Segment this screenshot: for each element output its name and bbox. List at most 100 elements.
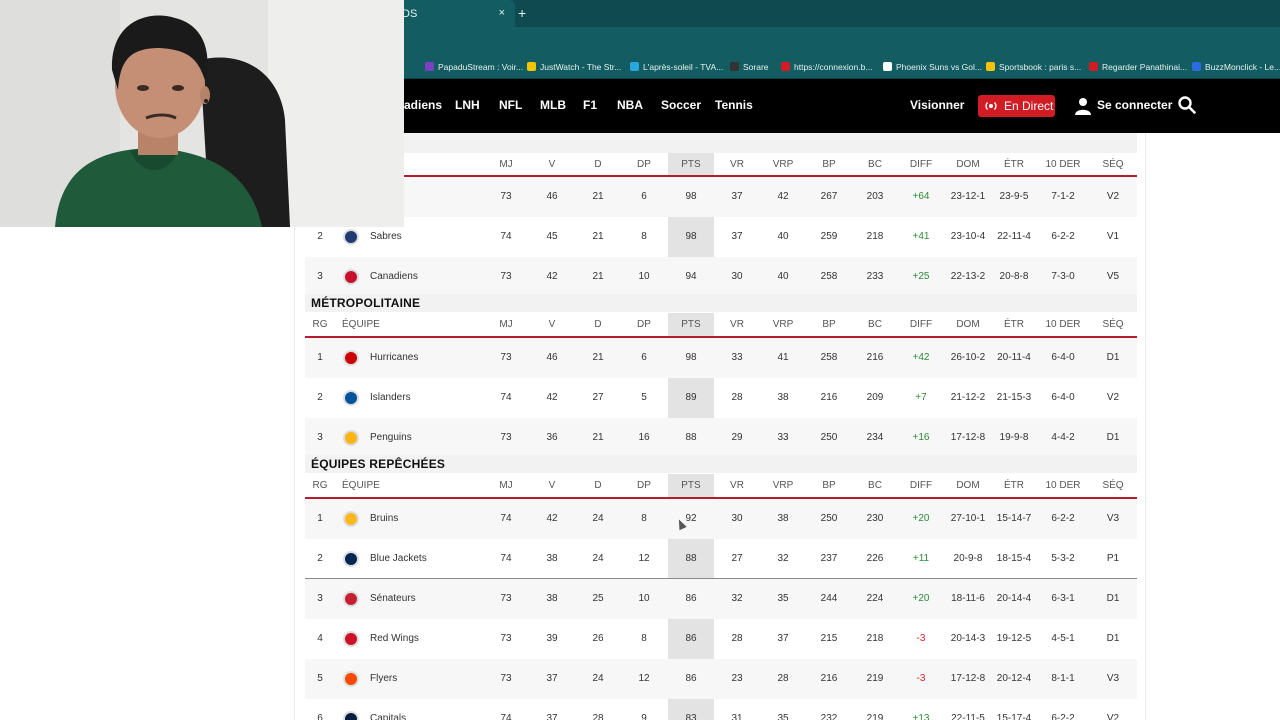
bookmark-favicon-icon	[630, 62, 639, 71]
user-icon[interactable]	[1075, 97, 1091, 115]
bookmark-label: https://connexion.b...	[794, 61, 873, 72]
cell-team[interactable]: Sabres	[370, 231, 402, 242]
table-row[interactable]: 3 Sénateurs 73 38 25 10 86 32 35 244 224 +20 18-11-6…	[305, 579, 1137, 619]
column-header-seq[interactable]: SÉQ	[1083, 319, 1143, 330]
bookmark-favicon-icon	[883, 62, 892, 71]
team-logo-icon	[343, 511, 359, 527]
watch-link[interactable]: Visionner	[910, 98, 964, 112]
cell-seq: V3	[1106, 513, 1120, 524]
cell-seq: V2	[1106, 191, 1120, 202]
nav-link-mlb[interactable]: MLB	[540, 98, 566, 112]
cell-rg: 6	[317, 713, 323, 720]
cell-team[interactable]: Sénateurs	[370, 593, 416, 604]
section-band	[305, 294, 1137, 312]
table-row[interactable]: 3 Penguins 73 36 21 16 88 29 33 250 234 +16 17-12-8 1…	[305, 418, 1137, 458]
column-header-rg[interactable]: RG	[290, 319, 350, 330]
table-header: RG ÉQUIPE MJ V D DP PTS VR VRP BP BC DIFF DOM ÉTR 10 D…	[305, 474, 1137, 498]
column-header-rg[interactable]: RG	[290, 480, 350, 491]
table-row[interactable]: 4 Red Wings 73 39 26 8 86 28 37 215 218 -3 20-14-3 19…	[305, 619, 1137, 659]
nav-link-tennis[interactable]: Tennis	[715, 98, 753, 112]
nav-link-nba[interactable]: NBA	[617, 98, 643, 112]
cell-seq: D1	[1106, 593, 1120, 604]
webcam-overlay	[0, 0, 404, 227]
bookmark-item[interactable]: Sorare	[730, 54, 769, 79]
bookmark-label: Phoenix Suns vs Gol...	[896, 61, 982, 72]
tab-close-icon[interactable]: ×	[499, 7, 505, 19]
nav-link-f1[interactable]: F1	[583, 98, 597, 112]
nav-link-lnh[interactable]: LNH	[455, 98, 480, 112]
section-title: MÉTROPOLITAINE	[311, 296, 421, 310]
live-broadcast-icon	[985, 102, 997, 110]
login-link[interactable]: Se connecter	[1097, 98, 1172, 112]
cell-rg: 2	[317, 392, 323, 403]
bookmark-favicon-icon	[1089, 62, 1098, 71]
live-label: En Direct	[1004, 99, 1054, 113]
column-header-team[interactable]: ÉQUIPE	[342, 319, 380, 330]
bookmark-item[interactable]: Regarder Panathinai...	[1089, 54, 1187, 79]
bookmark-label: L'après-soleil - TVA...	[643, 61, 724, 72]
bookmark-label: Sorare	[743, 61, 769, 72]
new-tab-button[interactable]: +	[518, 5, 526, 21]
playoff-cutoff-line	[305, 578, 1137, 579]
cell-team[interactable]: Canadiens	[370, 271, 418, 282]
cell-team[interactable]: Hurricanes	[370, 352, 418, 363]
table-row[interactable]: 6 Capitals 74 37 28 9 83 31 35 232 219 +13 22-11-5 15…	[305, 699, 1137, 720]
bookmark-favicon-icon	[527, 62, 536, 71]
cell-rg: 3	[317, 593, 323, 604]
team-logo-icon	[343, 591, 359, 607]
bookmark-item[interactable]: JustWatch - The Str...	[527, 54, 621, 79]
team-logo-icon	[343, 390, 359, 406]
cell-team[interactable]: Bruins	[370, 513, 398, 524]
standings-panel: MJVDDPPTSVRVRPBPBCDIFFDOMÉTR10 DERSÉQg73…	[294, 133, 1146, 720]
bookmark-label: BuzzMonclick - Le...	[1205, 61, 1280, 72]
team-logo-icon	[343, 551, 359, 567]
cell-team[interactable]: Flyers	[370, 673, 397, 684]
cell-team[interactable]: Red Wings	[370, 633, 419, 644]
bookmark-item[interactable]: https://connexion.b...	[781, 54, 872, 79]
table-row[interactable]: 2 Sabres 74 45 21 8 98 37 40 259 218 +41 23-10-4 22-1…	[305, 217, 1137, 257]
bookmark-favicon-icon	[730, 62, 739, 71]
nav-link-nfl[interactable]: NFL	[499, 98, 522, 112]
cell-seq: V2	[1106, 713, 1120, 720]
bookmark-favicon-icon	[986, 62, 995, 71]
bookmark-label: Regarder Panathinai...	[1102, 61, 1188, 72]
column-header-seq[interactable]: SÉQ	[1083, 480, 1143, 491]
table-row[interactable]: g7346216983742267203+6423-12-123-9-57-1-…	[305, 177, 1137, 217]
bookmark-label: PapaduStream : Voir...	[438, 61, 524, 72]
cell-rg: 2	[317, 553, 323, 564]
bookmark-item[interactable]: BuzzMonclick - Le...	[1192, 54, 1280, 79]
table-row[interactable]: 3 Canadiens 73 42 21 10 94 30 40 258 233 +25 22-13-2…	[305, 257, 1137, 297]
bookmark-item[interactable]: Phoenix Suns vs Gol...	[883, 54, 982, 79]
bookmark-item[interactable]: L'après-soleil - TVA...	[630, 54, 723, 79]
table-header: RG ÉQUIPE MJ V D DP PTS VR VRP BP BC DIFF DOM ÉTR 10 D…	[305, 313, 1137, 337]
bookmark-item[interactable]: Sportsbook : paris s...	[986, 54, 1081, 79]
cell-rg: 1	[317, 352, 323, 363]
nav-link-soccer[interactable]: Soccer	[661, 98, 701, 112]
team-logo-icon	[343, 671, 359, 687]
team-logo-icon	[343, 711, 359, 720]
table-row[interactable]: 1 Bruins 74 42 24 8 92 30 38 250 230 +20 27-10-1 15-1…	[305, 499, 1137, 539]
nav-link-canadiens[interactable]: adiens	[404, 98, 442, 112]
table-row[interactable]: 2 Blue Jackets 74 38 24 12 88 27 32 237 226 +11 20-9…	[305, 539, 1137, 579]
team-logo-icon	[343, 229, 359, 245]
cell-rg: 3	[317, 432, 323, 443]
bookmark-item[interactable]: PapaduStream : Voir...	[425, 54, 523, 79]
cell-rg: 4	[317, 633, 323, 644]
cell-team[interactable]: Blue Jackets	[370, 553, 427, 564]
team-logo-icon	[343, 350, 359, 366]
table-row[interactable]: 2 Islanders 74 42 27 5 89 28 38 216 209 +7 21-12-2 21…	[305, 378, 1137, 418]
cell-seq: D1	[1106, 352, 1120, 363]
column-header-team[interactable]: ÉQUIPE	[342, 480, 380, 491]
cell-team[interactable]: Penguins	[370, 432, 412, 443]
cell-team[interactable]: Capitals	[370, 713, 406, 720]
cell-seq: D1	[1106, 633, 1120, 644]
browser-tab[interactable]: DS ×	[390, 0, 515, 27]
table-row[interactable]: 1 Hurricanes 73 46 21 6 98 33 41 258 216 +42 26-10-2…	[305, 338, 1137, 378]
cell-seq: P1	[1106, 553, 1120, 564]
live-button[interactable]: En Direct	[978, 95, 1055, 117]
search-icon[interactable]	[1178, 96, 1196, 114]
cell-team[interactable]: Islanders	[370, 392, 411, 403]
table-row[interactable]: 5 Flyers 73 37 24 12 86 23 28 216 219 -3 17-12-8 20-1…	[305, 659, 1137, 699]
cell-seq: D1	[1106, 432, 1120, 443]
column-header-seq[interactable]: SÉQ	[1083, 159, 1143, 170]
